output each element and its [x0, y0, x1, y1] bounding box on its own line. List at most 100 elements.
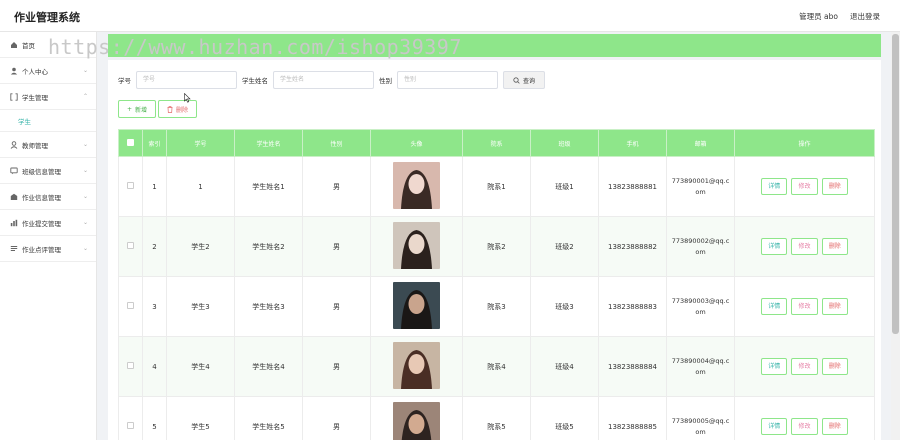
sidebar-item-teachers[interactable]: 教师管理 ⌄ — [0, 132, 96, 158]
comment-icon — [10, 245, 18, 253]
row-checkbox[interactable] — [118, 336, 143, 397]
trash-icon — [167, 105, 173, 113]
cell-operations: 详情 修改 删除 — [734, 276, 875, 337]
cell-student-name: 学生姓名1 — [234, 156, 303, 217]
avatar — [393, 162, 440, 209]
cell-operations: 详情 修改 删除 — [734, 216, 875, 277]
cell-phone: 13823888881 — [598, 156, 667, 217]
delete-button[interactable]: 删除 — [821, 358, 848, 375]
sidebar-item-classes[interactable]: 班级信息管理 ⌄ — [0, 158, 96, 184]
cell-avatar — [370, 336, 463, 397]
sidebar-item-label: 作业点评管理 — [22, 245, 61, 254]
cell-email: 773890003@qq.com — [666, 276, 735, 337]
sidebar-item-students[interactable]: 学生管理 ⌃ — [0, 84, 96, 110]
search-icon — [513, 76, 520, 84]
detail-button[interactable]: 详情 — [761, 238, 788, 255]
column-header[interactable]: 学生姓名 — [234, 129, 303, 157]
table-row: 3 学生3 学生姓名3 男 院系3 班级3 13823888883 773890… — [118, 276, 875, 337]
student-name-input[interactable] — [273, 71, 374, 89]
cell-email: 773890002@qq.com — [666, 216, 735, 277]
sidebar-item-label: 班级信息管理 — [22, 167, 61, 176]
edit-button[interactable]: 修改 — [791, 298, 818, 315]
sidebar-item-profile[interactable]: 个人中心 ⌄ — [0, 58, 96, 84]
column-header[interactable]: 邮箱 — [666, 129, 735, 157]
row-checkbox[interactable] — [118, 156, 143, 217]
chevron-down-icon: ⌄ — [82, 67, 88, 74]
cell-phone: 13823888883 — [598, 276, 667, 337]
main-content: 学号 学生姓名 性别 查询 + 新增 删除 索引 学号 学生姓名 — [108, 60, 881, 440]
page-scrollbar[interactable] — [891, 32, 900, 440]
delete-button[interactable]: 删除 — [821, 298, 848, 315]
column-header[interactable]: 学号 — [166, 129, 235, 157]
cell-student-id: 学生4 — [166, 336, 235, 397]
cell-department: 院系2 — [462, 216, 531, 277]
search-button[interactable]: 查询 — [503, 71, 546, 89]
edit-button[interactable]: 修改 — [791, 178, 818, 195]
cell-student-name: 学生姓名4 — [234, 336, 303, 397]
column-header[interactable]: 班级 — [530, 129, 599, 157]
column-header[interactable]: 手机 — [598, 129, 667, 157]
search-label-name: 学生姓名 — [242, 77, 268, 85]
edit-button[interactable]: 修改 — [791, 418, 818, 435]
column-header: 索引 — [142, 129, 167, 157]
row-checkbox[interactable] — [118, 276, 143, 337]
cell-avatar — [370, 276, 463, 337]
sidebar-item-reviews[interactable]: 作业点评管理 ⌄ — [0, 236, 96, 262]
sidebar-item-label: 学生管理 — [22, 93, 48, 102]
gender-input[interactable] — [397, 71, 498, 89]
chevron-down-icon: ⌄ — [82, 245, 88, 252]
cell-operations: 详情 修改 删除 — [734, 396, 875, 440]
delete-button[interactable]: 删除 — [821, 418, 848, 435]
cell-class: 班级1 — [530, 156, 599, 217]
detail-button[interactable]: 详情 — [761, 358, 788, 375]
detail-button[interactable]: 详情 — [761, 298, 788, 315]
add-button[interactable]: + 新增 — [118, 100, 157, 118]
detail-button[interactable]: 详情 — [761, 178, 788, 195]
cell-class: 班级2 — [530, 216, 599, 277]
cell-phone: 13823888882 — [598, 216, 667, 277]
sidebar-subitem-student[interactable]: 学生 — [0, 110, 96, 132]
row-checkbox[interactable] — [118, 396, 143, 440]
column-header[interactable]: 院系 — [462, 129, 531, 157]
scroll-thumb[interactable] — [892, 34, 899, 334]
logout-link[interactable]: 退出登录 — [850, 11, 880, 22]
sidebar: 首页 个人中心 ⌄ 学生管理 ⌃ 学生 教师管理 ⌄ 班级信息管理 ⌄ 作业信息… — [0, 32, 97, 440]
delete-button[interactable]: 删除 — [821, 238, 848, 255]
cell-department: 院系3 — [462, 276, 531, 337]
cell-department: 院系4 — [462, 336, 531, 397]
cell-email: 773890005@qq.com — [666, 396, 735, 440]
detail-button[interactable]: 详情 — [761, 418, 788, 435]
cell-phone: 13823888884 — [598, 336, 667, 397]
cell-index: 1 — [142, 156, 167, 217]
avatar — [393, 402, 440, 440]
sidebar-item-label: 教师管理 — [22, 141, 48, 150]
cell-phone: 13823888885 — [598, 396, 667, 440]
student-id-input[interactable] — [136, 71, 237, 89]
column-header[interactable]: 性别 — [302, 129, 371, 157]
header-user-area: 管理员 abo 退出登录 — [799, 11, 880, 22]
delete-button[interactable]: 删除 — [821, 178, 848, 195]
chart-icon — [10, 219, 18, 227]
cell-gender: 男 — [302, 336, 371, 397]
cell-department: 院系5 — [462, 396, 531, 440]
search-button-label: 查询 — [523, 77, 536, 85]
bracket-icon — [10, 92, 18, 101]
cell-gender: 男 — [302, 156, 371, 217]
select-all-checkbox[interactable] — [118, 129, 143, 157]
user-icon — [10, 67, 18, 75]
edit-button[interactable]: 修改 — [791, 238, 818, 255]
table-row: 1 1 学生姓名1 男 院系1 班级1 13823888881 77389000… — [118, 156, 875, 217]
cell-class: 班级4 — [530, 336, 599, 397]
watermark-text: https://www.huzhan.com/ishop39397 — [48, 35, 462, 59]
sidebar-item-submissions[interactable]: 作业提交管理 ⌄ — [0, 210, 96, 236]
cell-student-name: 学生姓名2 — [234, 216, 303, 277]
chat-icon — [10, 167, 18, 175]
cell-index: 3 — [142, 276, 167, 337]
cell-index: 5 — [142, 396, 167, 440]
batch-delete-button[interactable]: 删除 — [158, 100, 198, 118]
avatar — [393, 222, 440, 269]
row-checkbox[interactable] — [118, 216, 143, 277]
sidebar-item-homework[interactable]: 作业信息管理 ⌄ — [0, 184, 96, 210]
edit-button[interactable]: 修改 — [791, 358, 818, 375]
cell-index: 4 — [142, 336, 167, 397]
